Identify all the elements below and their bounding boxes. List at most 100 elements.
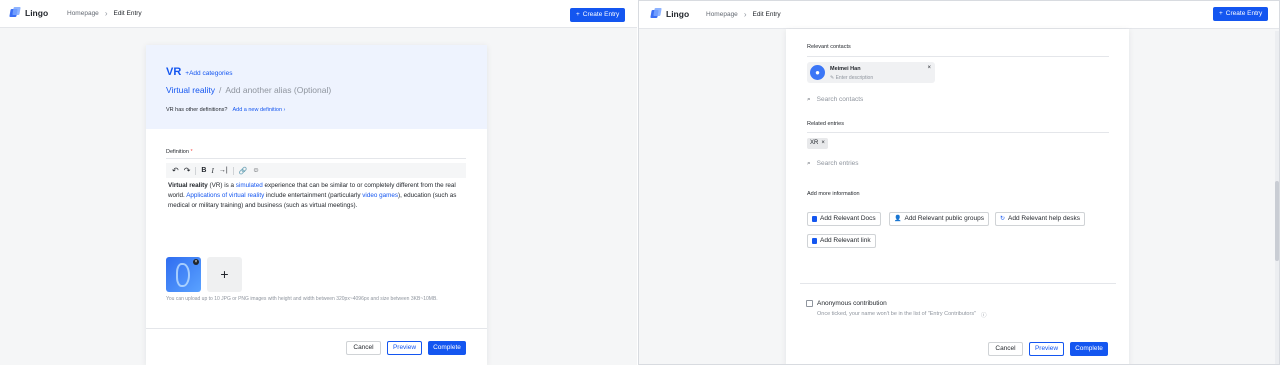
alias-input[interactable]: Add another alias (Optional) [225,85,331,95]
remove-image-icon[interactable]: × [193,259,199,265]
preview-button[interactable]: Preview [387,341,422,355]
related-entry-tag-label: XR [810,140,819,146]
footer-divider [146,328,487,329]
related-entries-label: Related entries [807,121,844,127]
anonymous-checkbox-row[interactable]: Anonymous contribution [806,300,887,307]
plus-icon: + [576,11,580,18]
other-definitions-question: VR has other definitions? [166,107,228,113]
image-art [176,263,190,287]
add-categories-label: Add categories [189,70,233,77]
breadcrumb-home[interactable]: Homepage [706,11,738,18]
anonymous-hint: Once ticked, your name won't be in the l… [817,311,987,319]
toolbar-divider [232,166,234,175]
create-entry-label: Create Entry [1225,10,1263,17]
contact-description[interactable]: ✎ Enter description [830,75,873,81]
close-icon[interactable]: × [927,65,931,71]
add-relevant-helpdesks-button[interactable]: ↻ Add Relevant help desks [995,212,1085,226]
close-icon[interactable]: × [821,138,825,149]
helpdesk-icon: ↻ [1000,216,1006,222]
add-image-button[interactable]: + [207,257,242,292]
related-entry-tag[interactable]: XR × [807,138,828,149]
definition-text: include entertainment (particularly [264,192,363,199]
relevant-contacts-label: Relevant contacts [807,44,851,50]
entry-full-name[interactable]: Virtual reality [166,85,215,95]
add-categories-link[interactable]: +Add categories [185,70,232,77]
add-relevant-groups-button[interactable]: 👤 Add Relevant public groups [889,212,989,226]
create-entry-button[interactable]: + Create Entry [570,8,626,22]
breadcrumb-home[interactable]: Homepage [67,10,99,17]
definition-label-text: Definition [166,149,189,155]
indent-icon[interactable]: →| [219,167,228,174]
search-contacts-placeholder: Search contacts [816,96,864,103]
anonymous-hint-text: Once ticked, your name won't be in the l… [817,311,977,317]
add-definition-label: Add a new definition [232,107,283,113]
add-relevant-link-label: Add Relevant link [820,237,871,244]
link-doc-icon [812,238,817,244]
right-window: Lingo Homepage › Edit Entry + Create Ent… [638,0,1280,365]
info-icon[interactable]: ⓘ [981,311,987,319]
breadcrumb-current: Edit Entry [752,11,781,18]
anonymous-checkbox[interactable] [806,300,813,307]
breadcrumb: Homepage › Edit Entry [706,9,781,19]
create-entry-button[interactable]: + Create Entry [1213,7,1269,21]
add-relevant-groups-label: Add Relevant public groups [904,215,984,222]
definition-editor[interactable]: Virtual reality (VR) is a simulated expe… [168,181,463,211]
entry-term[interactable]: VR [166,66,181,78]
cancel-button[interactable]: Cancel [346,341,381,355]
breadcrumb-current: Edit Entry [113,10,142,17]
top-navbar: Lingo Homepage › Edit Entry + Create Ent… [639,1,1279,29]
lingo-logo-icon [650,8,662,19]
undo-icon[interactable]: ↶ [172,166,179,175]
add-relevant-docs-button[interactable]: Add Relevant Docs [807,212,881,226]
emoji-icon[interactable]: ☺ [252,167,259,174]
search-icon: ⌕ [807,96,811,103]
contact-description-text: Enter description [835,75,874,81]
alias-separator: / [218,85,222,95]
bold-icon[interactable]: B [201,167,206,174]
entry-header: VR +Add categories Virtual reality / Add… [146,45,487,129]
italic-icon[interactable]: I [211,167,213,175]
edit-icon: ✎ [830,75,835,81]
complete-button[interactable]: Complete [1070,342,1108,356]
group-icon: 👤 [894,216,902,222]
definition-link[interactable]: simulated [236,182,263,189]
add-relevant-helpdesks-label: Add Relevant help desks [1008,215,1080,222]
user-avatar-icon: ● [810,65,825,80]
entry-card: VR +Add categories Virtual reality / Add… [146,45,487,365]
redo-icon[interactable]: ↷ [184,166,191,175]
doc-icon [812,216,817,222]
breadcrumb: Homepage › Edit Entry [67,8,142,18]
add-definition-link[interactable]: Add a new definition › [232,107,285,113]
definition-link[interactable]: video games [362,192,398,199]
divider [166,158,466,159]
divider [807,132,1109,133]
divider [800,283,1116,284]
definition-link[interactable]: Applications of virtual reality [186,192,264,199]
search-entries-placeholder: Search entries [816,160,859,167]
search-icon: ⌕ [807,160,811,167]
definition-text: (VR) is a [207,182,236,189]
uploaded-image-thumbnail[interactable]: × [166,257,201,292]
add-more-label: Add more information [807,191,860,197]
app-logo[interactable]: Lingo [650,8,689,19]
toolbar-divider [195,166,197,175]
plus-icon: + [1219,10,1223,17]
add-relevant-link-button[interactable]: Add Relevant link [807,234,876,248]
app-logo[interactable]: Lingo [9,7,48,18]
cancel-button[interactable]: Cancel [988,342,1023,356]
create-entry-label: Create Entry [582,11,620,18]
contact-card[interactable]: ● Meimei Han ✎ Enter description × [807,62,935,83]
lingo-logo-icon [9,7,21,18]
link-icon[interactable]: 🔗 [239,167,248,175]
entry-card: Relevant contacts ● Meimei Han ✎ Enter d… [786,29,1129,364]
complete-button[interactable]: Complete [428,341,466,355]
search-entries-input[interactable]: ⌕ Search entries [807,160,859,168]
scrollbar-thumb[interactable] [1275,181,1279,261]
contact-name: Meimei Han [830,66,861,72]
scrollbar[interactable] [1275,31,1279,364]
required-mark: * [190,149,193,155]
chevron-right-icon: › [743,9,747,19]
chevron-right-icon: › [104,8,108,18]
search-contacts-input[interactable]: ⌕ Search contacts [807,96,863,104]
preview-button[interactable]: Preview [1029,342,1064,356]
